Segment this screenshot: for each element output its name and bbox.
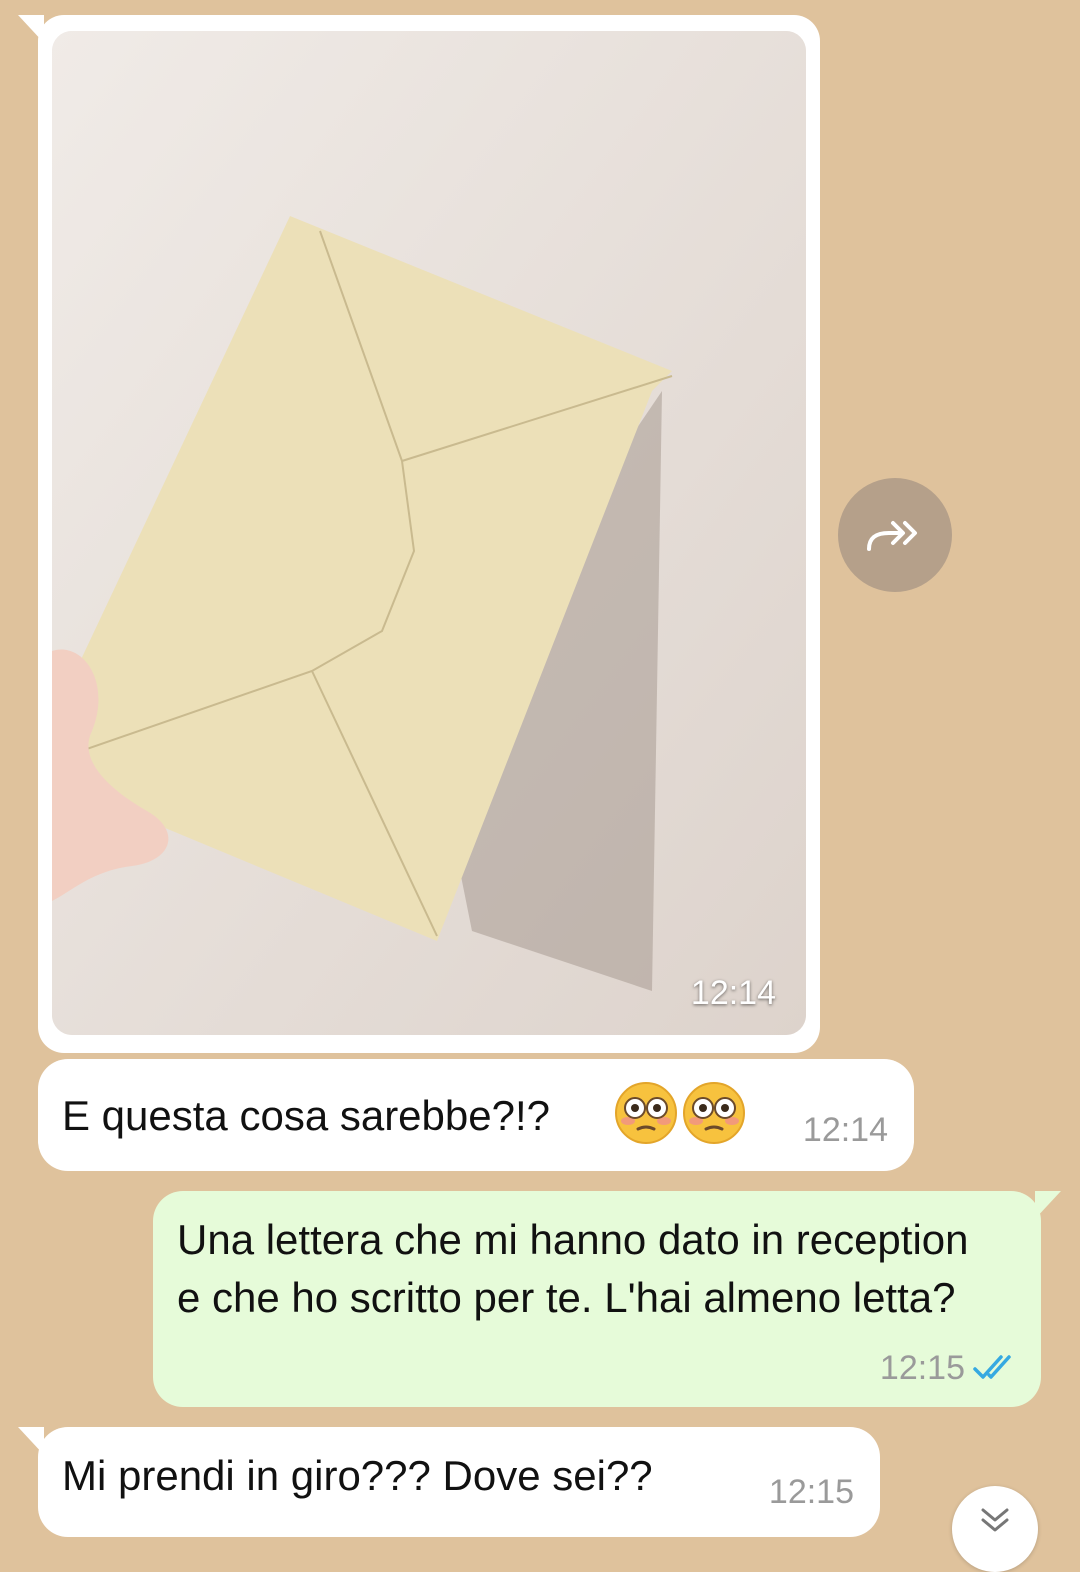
emoji-group	[614, 1081, 746, 1145]
message-text: Una lettera che mi hanno dato in recepti…	[177, 1216, 969, 1321]
bubble-tail	[18, 15, 44, 43]
forward-button[interactable]	[838, 478, 952, 592]
scroll-down-button[interactable]	[952, 1486, 1038, 1572]
flushed-face-icon	[615, 1082, 677, 1144]
flushed-face-icon	[683, 1082, 745, 1144]
forward-icon	[867, 521, 917, 551]
bubble-tail	[18, 1427, 44, 1455]
message-timestamp: 12:15	[768, 1473, 854, 1511]
message-text: E questa cosa sarebbe?!?	[62, 1092, 551, 1139]
chevron-double-down-icon	[981, 1508, 1009, 1532]
bubble-tail	[1035, 1191, 1061, 1219]
envelope-photo[interactable]: 12:14	[52, 31, 806, 1035]
message-text: Mi prendi in giro??? Dove sei??	[62, 1452, 653, 1499]
incoming-message-bubble[interactable]: E questa cosa sarebbe?!? 12:14	[38, 1059, 914, 1171]
message-timestamp: 12:15	[879, 1349, 965, 1387]
message-timestamp: 12:14	[802, 1111, 888, 1149]
envelope-photo-illustration	[52, 31, 806, 1035]
message-timestamp: 12:14	[690, 974, 776, 1012]
outgoing-message-bubble[interactable]: Una lettera che mi hanno dato in recepti…	[153, 1191, 1061, 1407]
incoming-message-bubble[interactable]: Mi prendi in giro??? Dove sei?? 12:15	[18, 1427, 880, 1537]
double-check-icon	[973, 1355, 1011, 1379]
image-message-bubble[interactable]: 12:14	[18, 15, 820, 1053]
